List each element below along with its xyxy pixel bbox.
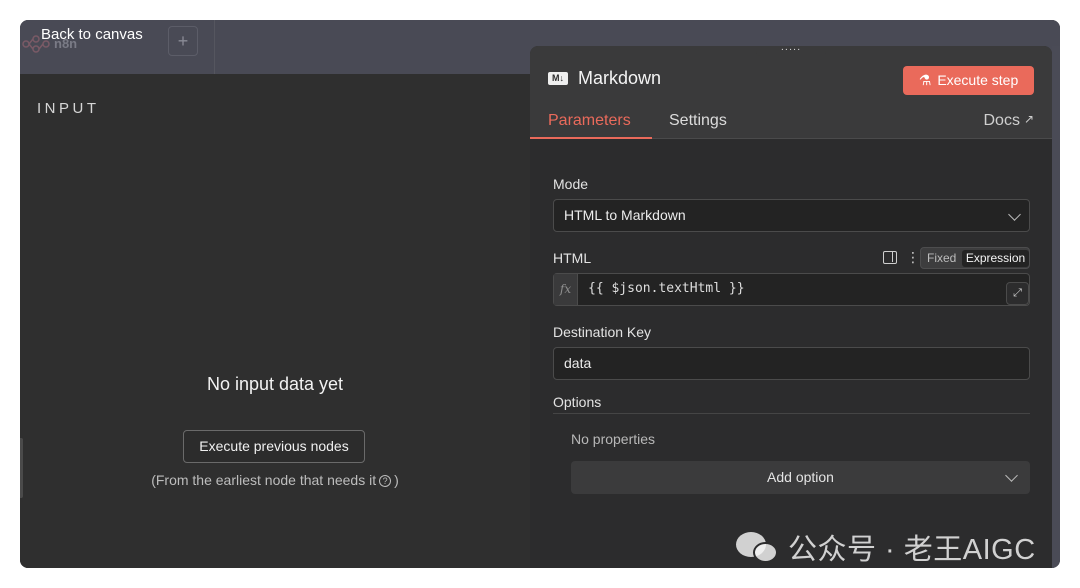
tab-parameters[interactable]: Parameters — [548, 112, 631, 130]
active-tab-indicator — [530, 137, 652, 139]
node-tabs: Parameters Settings Docs ↗ — [530, 106, 1052, 139]
back-to-canvas-link[interactable]: Back to canvas — [41, 26, 143, 43]
node-title[interactable]: Markdown — [578, 68, 661, 89]
execute-step-button[interactable]: ⚗ Execute step — [903, 66, 1034, 95]
execute-step-label: Execute step — [937, 72, 1019, 88]
wechat-icon — [736, 532, 780, 563]
options-divider — [553, 413, 1030, 414]
html-label: HTML — [553, 250, 592, 266]
node-parameters-panel: M↓ Markdown ⚗ Execute step Parameters Set… — [530, 46, 1052, 568]
add-option-button[interactable]: Add option — [571, 461, 1030, 494]
mode-value: HTML to Markdown — [564, 207, 686, 223]
no-properties-text: No properties — [571, 431, 656, 447]
node-panel-header: M↓ Markdown ⚗ Execute step Parameters Set… — [530, 46, 1052, 139]
flask-icon: ⚗ — [918, 72, 932, 88]
add-workflow-button[interactable]: + — [168, 26, 198, 56]
question-circle-icon[interactable]: ? — [379, 475, 392, 487]
mode-label: Mode — [553, 176, 589, 192]
markdown-icon: M↓ — [548, 72, 568, 85]
toggle-expression[interactable]: Expression — [962, 250, 1029, 267]
side-panel-icon[interactable] — [883, 251, 897, 264]
watermark: 公众号 · 老王AIGC — [736, 526, 1036, 568]
earliest-node-note-close: ) — [394, 472, 399, 488]
options-label: Options — [553, 394, 602, 410]
watermark-text: 公众号 · 老王AIGC — [788, 534, 1036, 566]
add-option-label: Add option — [767, 469, 834, 485]
tab-settings[interactable]: Settings — [669, 112, 727, 130]
panel-drag-handle[interactable]: ::::: — [756, 46, 826, 56]
docs-link[interactable]: Docs ↗ — [983, 112, 1034, 130]
fx-icon: fx — [554, 274, 578, 305]
canvas-right-strip — [1052, 46, 1060, 568]
input-pane-title: INPUT — [37, 100, 100, 117]
external-link-icon: ↗ — [1023, 112, 1034, 126]
input-pane: INPUT No input data yet Execute previous… — [20, 74, 530, 568]
expand-editor-icon[interactable]: ⤢ — [1006, 282, 1029, 305]
pane-resize-handle[interactable] — [20, 438, 23, 498]
more-vertical-icon[interactable]: ⋮ — [906, 249, 920, 266]
app-window: n8n + Back to canvas INPUT No input data… — [20, 20, 1060, 568]
docs-label: Docs — [983, 112, 1020, 129]
html-expression-input[interactable]: fx {{ $json.textHtml }} ⤢ — [553, 273, 1030, 306]
destination-key-input[interactable]: data — [553, 347, 1030, 380]
chevron-down-icon — [1008, 208, 1021, 221]
no-input-message: No input data yet — [206, 374, 344, 394]
mode-select[interactable]: HTML to Markdown — [553, 199, 1030, 232]
html-expression-text[interactable]: {{ $json.textHtml }} — [588, 281, 745, 296]
topbar-divider — [214, 20, 215, 74]
earliest-node-note: (From the earliest node that needs it?) — [20, 472, 530, 488]
execute-previous-nodes-button[interactable]: Execute previous nodes — [183, 430, 365, 463]
earliest-node-note-text: (From the earliest node that needs it — [151, 472, 377, 488]
fixed-expression-toggle[interactable]: Fixed Expression — [920, 247, 1030, 269]
chevron-down-icon — [1005, 469, 1018, 482]
toggle-fixed[interactable]: Fixed — [927, 251, 956, 265]
destination-key-label: Destination Key — [553, 324, 652, 340]
